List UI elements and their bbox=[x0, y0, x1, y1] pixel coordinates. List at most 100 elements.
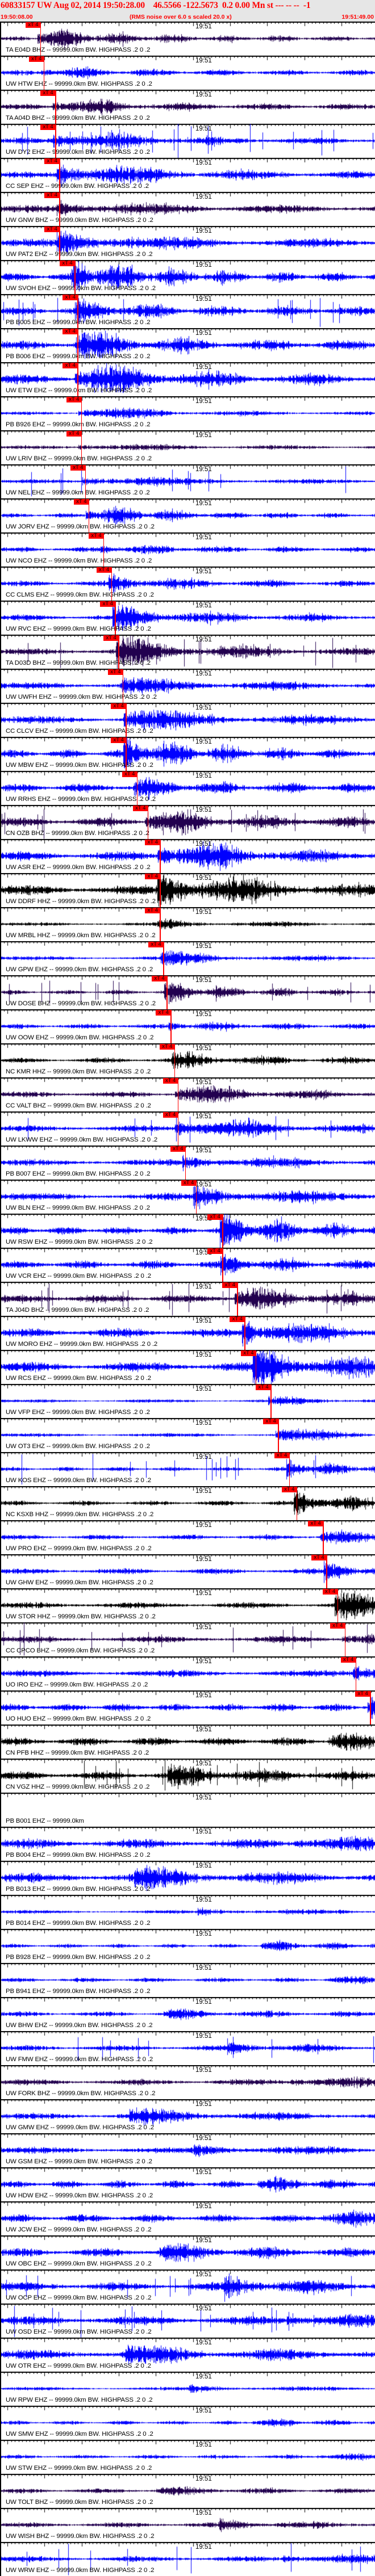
time-axis-major-label: 19:51 bbox=[195, 1488, 212, 1495]
time-axis-major-label: 19:51 bbox=[195, 2476, 212, 2482]
time-axis-major-label: 19:51 bbox=[195, 1283, 212, 1290]
trace: 19:51 TA A04D BHZ -- 99999.0km BW. HIGHPA… bbox=[0, 90, 375, 124]
trace-label: UW FORK BHZ -- 99999.0km BW. HIGHPASS .2… bbox=[6, 2090, 156, 2097]
pick-marker[interactable]: xT 4 bbox=[145, 874, 161, 879]
pick-marker[interactable]: xT 4 bbox=[207, 1214, 223, 1220]
pick-marker[interactable]: xT 4 bbox=[44, 192, 60, 198]
pick-marker[interactable]: xT 4 bbox=[311, 1555, 327, 1560]
trace-label: CC CLMS EHZ -- 99999.0km BW. HIGHPASS .2… bbox=[6, 591, 154, 598]
pick-marker[interactable]: xT 4 bbox=[44, 158, 60, 164]
pick-marker[interactable]: xT 4 bbox=[163, 1078, 178, 1084]
trace-label: UW DDRF HHZ -- 99999.0km BW. HIGHPASS .2… bbox=[6, 898, 156, 905]
pick-marker[interactable]: xT 4 bbox=[152, 976, 168, 981]
pick-marker[interactable]: xT 4 bbox=[44, 226, 60, 232]
time-axis-major-label: 19:51 bbox=[195, 125, 212, 132]
pick-marker[interactable]: xT 4 bbox=[122, 771, 138, 777]
trace: 19:51 UW GMW EHZ -- 99999.0km BW. HIGHPAS… bbox=[0, 2099, 375, 2133]
trace: 19:51 UW OBC EHZ -- 99999.0km BW. HIGHPAS… bbox=[0, 2235, 375, 2269]
pick-marker[interactable]: xT 4 bbox=[207, 1248, 223, 1254]
pick-marker[interactable]: xT 4 bbox=[163, 1112, 178, 1118]
trace: 19:51 UW OOW EHZ -- 99999.0km BW. HIGHPAS… bbox=[0, 1009, 375, 1043]
trace: 19:51 UW OCP EHZ -- 99999.0km BW. HIGHPAS… bbox=[0, 2269, 375, 2304]
pick-marker[interactable]: xT 4 bbox=[148, 942, 164, 947]
trace-label: PB B928 EHZ -- 99999.0km BW. HIGHPASS .2… bbox=[6, 1954, 151, 1961]
pick-marker[interactable]: xT 4 bbox=[240, 1350, 256, 1356]
pick-marker[interactable]: xT 4 bbox=[63, 295, 78, 300]
pick-marker[interactable]: xT 4 bbox=[28, 56, 44, 62]
time-axis-major-label: 19:51 bbox=[195, 670, 212, 677]
pick-marker[interactable]: xT 4 bbox=[156, 1010, 172, 1016]
trace-label: PB B007 EHZ -- 99999.0km BW. HIGHPASS .2… bbox=[6, 1170, 151, 1177]
trace-label: UO IRO EHZ -- 99999.0km BW. HIGHPASS .2 … bbox=[6, 1681, 148, 1688]
trace: 19:51 UW DDRF HHZ -- 99999.0km BW. HIGHPA… bbox=[0, 873, 375, 907]
pick-marker[interactable]: xT 4 bbox=[100, 601, 116, 607]
trace: 19:51 PB B014 EHZ -- 99999.0km BW. HIGHPA… bbox=[0, 1895, 375, 1929]
pick-marker[interactable]: xT 4 bbox=[63, 363, 78, 368]
pick-marker[interactable]: xT 4 bbox=[222, 1282, 238, 1288]
time-axis-major-label: 19:51 bbox=[195, 160, 212, 166]
time-axis-major-label: 19:51 bbox=[195, 2339, 212, 2346]
trace-label: UW UWFH EHZ -- 99999.0km BW. HIGHPASS .2… bbox=[6, 694, 157, 700]
pick-marker[interactable]: xT 4 bbox=[66, 397, 82, 402]
trace: 19:51 PB B001 EHZ -- 99999.0km bbox=[0, 1793, 375, 1827]
pick-marker[interactable]: xT 4 bbox=[60, 261, 75, 266]
pick-marker[interactable]: xT 4 bbox=[230, 1316, 245, 1322]
pick-marker[interactable]: xT 4 bbox=[70, 465, 86, 471]
time-axis-major-label: 19:51 bbox=[195, 1011, 212, 1018]
time-axis-major-label: 19:51 bbox=[195, 1590, 212, 1597]
trace-label: UW VFP EHZ -- 99999.0km BW. HIGHPASS .2 … bbox=[6, 1409, 150, 1416]
pick-marker[interactable]: xT 4 bbox=[170, 1146, 186, 1152]
record-section: 19:51 TA E04D BHZ -- 99999.0km BW. HIGHPA… bbox=[0, 22, 375, 2576]
pick-marker[interactable]: xT 4 bbox=[145, 908, 161, 913]
trace-label: UW OTR EHZ -- 99999.0km BW. HIGHPASS .2 … bbox=[6, 2363, 151, 2369]
pick-marker[interactable]: xT 4 bbox=[256, 1385, 272, 1390]
pick-marker[interactable]: xT 4 bbox=[132, 805, 148, 811]
pick-marker[interactable]: xT 4 bbox=[111, 737, 127, 743]
pick-marker[interactable]: xT 4 bbox=[66, 431, 82, 437]
pick-marker[interactable]: xT 4 bbox=[40, 90, 56, 96]
time-axis-major-label: 19:51 bbox=[195, 228, 212, 234]
time-axis-major-label: 19:51 bbox=[195, 1522, 212, 1529]
pick-marker[interactable]: xT 4 bbox=[181, 1180, 197, 1186]
time-axis-major-label: 19:51 bbox=[195, 2067, 212, 2074]
pick-marker[interactable]: xT 4 bbox=[63, 329, 78, 334]
trace-label: UW MBW EHZ -- 99999.0km BW. HIGHPASS .2 … bbox=[6, 762, 153, 769]
time-axis-major-label: 19:51 bbox=[195, 1931, 212, 1937]
pick-marker[interactable]: xT 4 bbox=[159, 1044, 175, 1050]
pick-marker[interactable]: xT 4 bbox=[107, 669, 123, 675]
pick-marker[interactable]: xT 4 bbox=[355, 1691, 371, 1697]
pick-marker[interactable]: xT 4 bbox=[322, 1589, 338, 1595]
trace: 19:51 TA E04D BHZ -- 99999.0km BW. HIGHPA… bbox=[0, 22, 375, 56]
time-axis-major-label: 19:51 bbox=[195, 1181, 212, 1188]
pick-marker[interactable]: xT 4 bbox=[263, 1419, 279, 1424]
pick-marker[interactable]: xT 4 bbox=[96, 567, 112, 573]
pick-marker[interactable]: xT 4 bbox=[73, 499, 89, 505]
trace-label: UW ASR EHZ -- 99999.0km BW. HIGHPASS .2 … bbox=[6, 864, 151, 871]
pick-marker[interactable]: xT 4 bbox=[145, 840, 161, 845]
trace: 19:51 UW LKWW EHZ -- 99999.0km BW. HIGHPA… bbox=[0, 1111, 375, 1146]
trace: 19:51 UW LRIV BHZ -- 99999.0km BW. HIGHPA… bbox=[0, 430, 375, 464]
time-axis-major-label: 19:51 bbox=[195, 1147, 212, 1154]
pick-marker[interactable]: xT 4 bbox=[111, 703, 127, 709]
trace: 19:51 UW HTW EHZ -- 99999.0km BW. HIGHPAS… bbox=[0, 56, 375, 90]
pick-marker[interactable]: xT 4 bbox=[40, 124, 56, 130]
pick-marker[interactable]: xT 4 bbox=[281, 1487, 297, 1492]
time-axis-major-label: 19:51 bbox=[195, 1113, 212, 1120]
time-axis-major-label: 19:51 bbox=[195, 1352, 212, 1358]
trace-label: UW OT3 EHZ -- 99999.0km BW. HIGHPASS .2 … bbox=[6, 1443, 150, 1450]
trace-label: UW NEL EHZ -- 99999.0km BW. HIGHPASS .2 … bbox=[6, 489, 150, 496]
trace: 19:51 UW FMW EHZ -- 99999.0km BW. HIGHPAS… bbox=[0, 2031, 375, 2065]
pick-marker[interactable]: xT 4 bbox=[103, 635, 119, 641]
pick-marker[interactable]: xT 4 bbox=[25, 22, 41, 28]
trace-label: UW OOW EHZ -- 99999.0km BW. HIGHPASS .2 … bbox=[6, 1034, 154, 1041]
pick-marker[interactable]: xT 4 bbox=[330, 1623, 345, 1629]
pick-marker[interactable]: xT 4 bbox=[308, 1521, 324, 1526]
trace-label: UW HTW EHZ -- 99999.0km BW. HIGHPASS .2 … bbox=[6, 81, 152, 87]
pick-marker[interactable]: xT 4 bbox=[340, 1657, 356, 1663]
time-axis-major-label: 19:51 bbox=[195, 909, 212, 916]
pick-marker[interactable]: xT 4 bbox=[88, 533, 104, 539]
pick-marker[interactable]: xT 4 bbox=[274, 1453, 290, 1458]
trace: 19:51 UW SMW EHZ -- 99999.0km BW. HIGHPAS… bbox=[0, 2406, 375, 2440]
trace-label: PB B926 EHZ -- 99999.0km BW. HIGHPASS .2… bbox=[6, 421, 151, 428]
trace: 19:51 UW RCS EHZ -- 99999.0km BW. HIGHPAS… bbox=[0, 1350, 375, 1384]
